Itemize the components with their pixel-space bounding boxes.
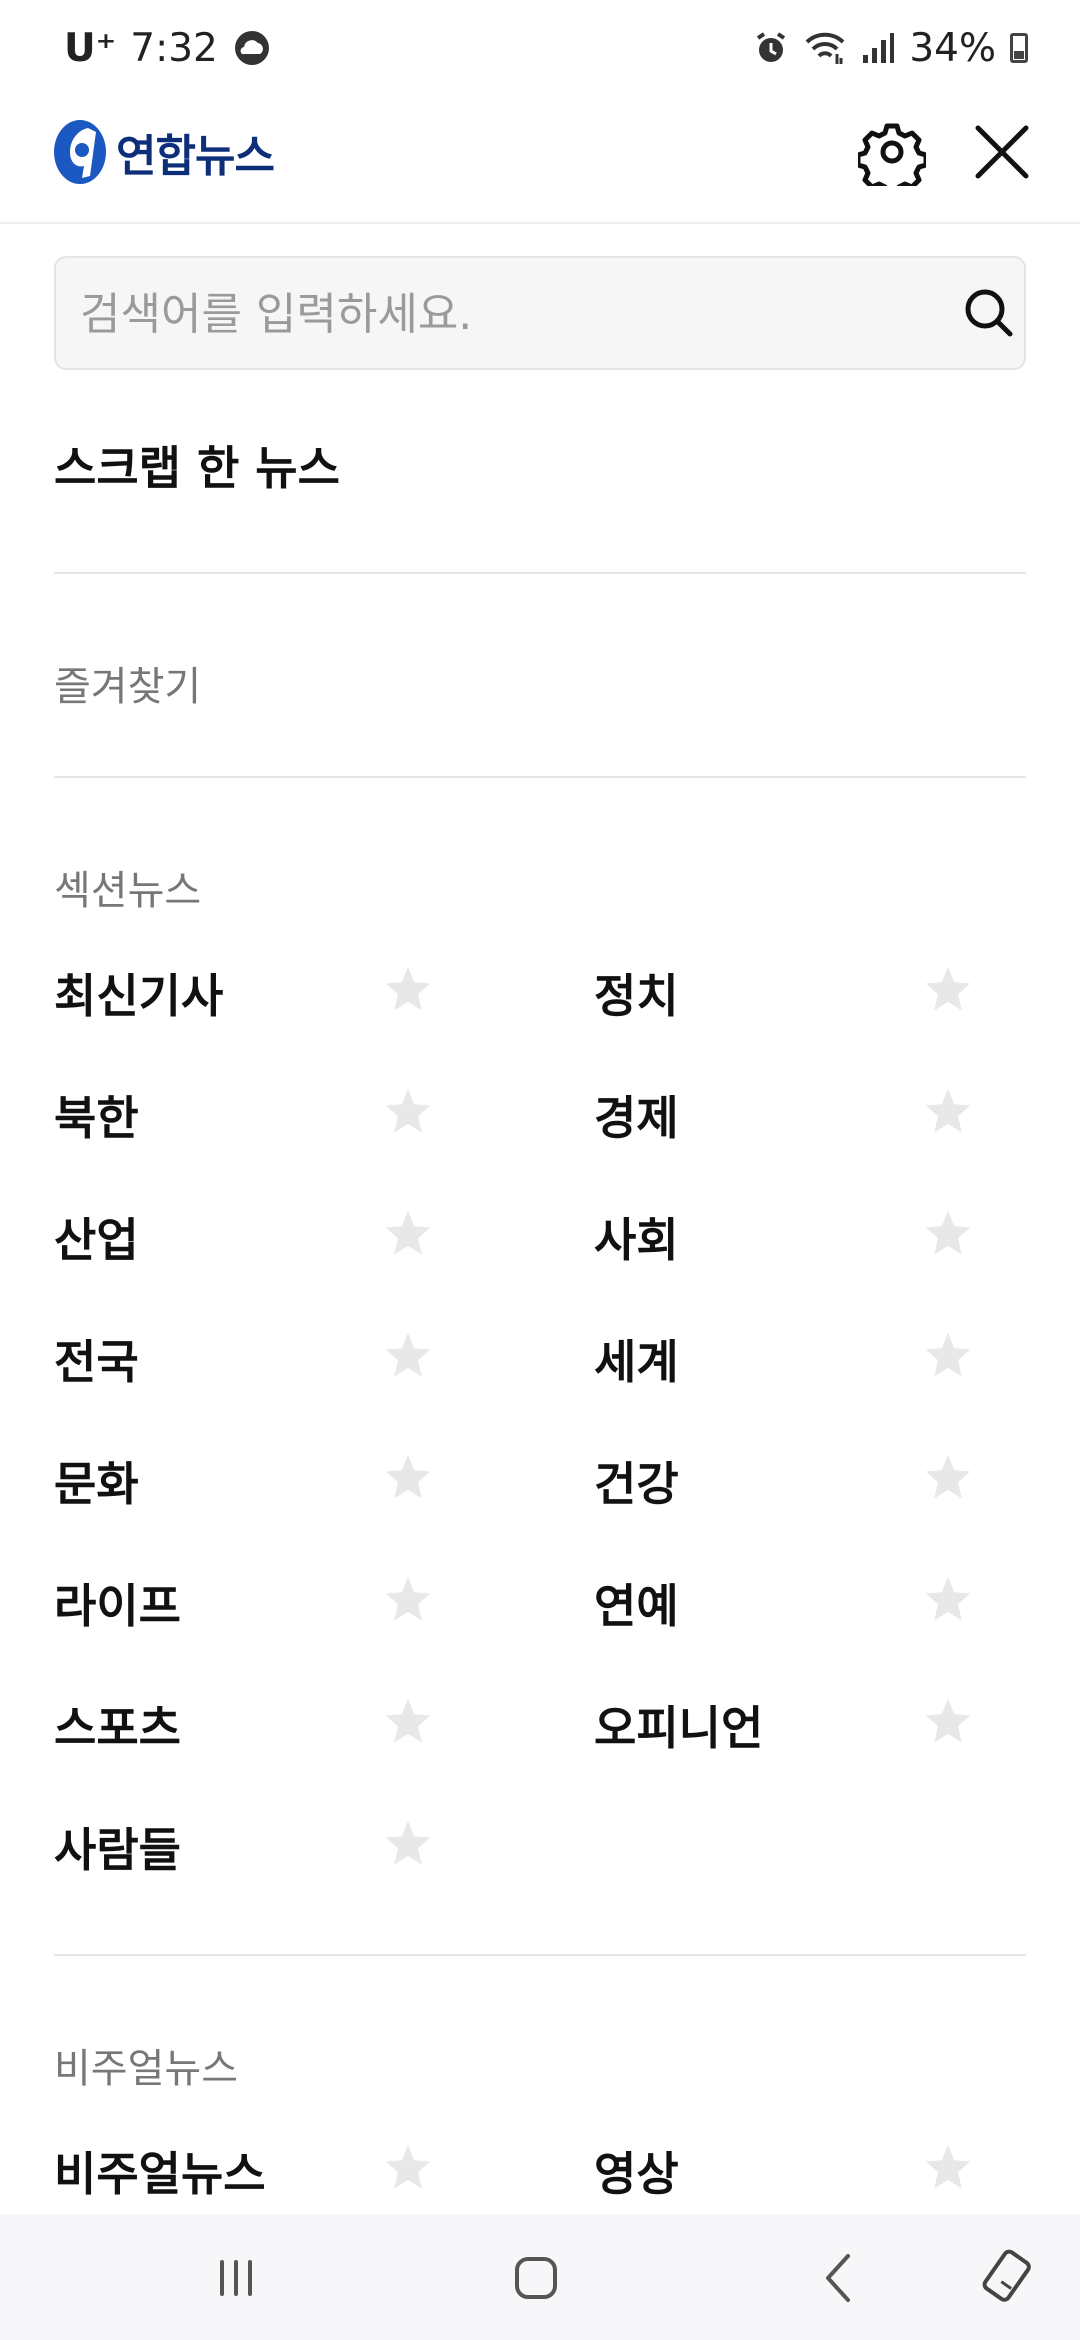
carrier-label: U⁺ <box>64 25 117 71</box>
app-logo[interactable]: 연합뉴스 <box>52 112 275 192</box>
section-item-label: 산업 <box>54 1213 139 1267</box>
section-item[interactable]: 라이프 <box>54 1562 494 1642</box>
rotate-screen-button[interactable] <box>970 2238 1050 2318</box>
divider <box>54 572 1026 574</box>
star-icon[interactable] <box>920 1206 976 1262</box>
search-box <box>54 256 1026 370</box>
section-item-label: 건강 <box>594 1457 679 1511</box>
star-icon[interactable] <box>380 2140 436 2196</box>
section-item[interactable]: 스포츠 <box>54 1684 494 1764</box>
app-name: 연합뉴스 <box>116 131 275 182</box>
section-item[interactable]: 최신기사 <box>54 952 494 1032</box>
star-icon[interactable] <box>380 1816 436 1872</box>
system-nav-bar <box>0 2214 1080 2340</box>
section-item-label: 정치 <box>594 969 679 1023</box>
section-item[interactable]: 북한 <box>54 1074 494 1154</box>
recent-apps-button[interactable] <box>196 2238 276 2318</box>
favorites-title: 즐겨찾기 <box>54 664 202 710</box>
section-item[interactable]: 오피니언 <box>594 1684 1034 1764</box>
visual-item-label: 비주얼뉴스 <box>54 2147 266 2201</box>
scrapped-news-link[interactable]: 스크랩 한 뉴스 <box>54 432 340 498</box>
app-header: 연합뉴스 <box>0 96 1080 224</box>
home-icon <box>515 2257 557 2299</box>
star-icon[interactable] <box>380 1084 436 1140</box>
star-icon[interactable] <box>380 962 436 1018</box>
section-item-label: 스포츠 <box>54 1701 181 1755</box>
home-button[interactable] <box>496 2238 576 2318</box>
rotate-icon <box>982 2249 1031 2302</box>
section-item[interactable]: 건강 <box>594 1440 1034 1520</box>
section-item-label: 세계 <box>594 1335 679 1389</box>
section-news-title: 섹션뉴스 <box>54 868 202 914</box>
section-item[interactable]: 정치 <box>594 952 1034 1032</box>
divider <box>54 776 1026 778</box>
star-icon[interactable] <box>380 1328 436 1384</box>
star-icon[interactable] <box>380 1206 436 1262</box>
search-button[interactable] <box>956 280 1022 346</box>
section-item-label: 연예 <box>594 1579 679 1633</box>
section-item-label: 북한 <box>54 1091 139 1145</box>
star-icon[interactable] <box>380 1450 436 1506</box>
star-icon[interactable] <box>920 1328 976 1384</box>
search-icon <box>965 289 1013 337</box>
section-item[interactable]: 산업 <box>54 1196 494 1276</box>
star-icon[interactable] <box>920 962 976 1018</box>
battery-percent: 34% <box>909 25 996 71</box>
alarm-icon <box>757 32 786 62</box>
visual-item[interactable]: 영상 <box>594 2130 1034 2210</box>
visual-item[interactable]: 비주얼뉴스 <box>54 2130 494 2210</box>
star-icon[interactable] <box>920 1694 976 1750</box>
section-item-label: 최신기사 <box>54 969 224 1023</box>
section-item-label: 사람들 <box>54 1823 181 1877</box>
star-icon[interactable] <box>920 1084 976 1140</box>
visual-news-title: 비주얼뉴스 <box>54 2046 238 2092</box>
yonhap-logo-icon <box>54 120 106 184</box>
section-item-label: 라이프 <box>54 1579 181 1633</box>
section-item[interactable]: 문화 <box>54 1440 494 1520</box>
section-item[interactable]: 사람들 <box>54 1806 494 1886</box>
star-icon[interactable] <box>920 1450 976 1506</box>
recent-apps-icon <box>220 2260 252 2296</box>
section-item-label: 경제 <box>594 1091 679 1145</box>
star-icon[interactable] <box>380 1572 436 1628</box>
section-item-label: 오피니언 <box>594 1701 764 1755</box>
star-icon[interactable] <box>380 1694 436 1750</box>
weather-notification-icon <box>234 31 269 65</box>
clock: 7:32 <box>130 25 218 71</box>
section-item[interactable]: 경제 <box>594 1074 1034 1154</box>
section-item[interactable]: 연예 <box>594 1562 1034 1642</box>
star-icon[interactable] <box>920 1572 976 1628</box>
section-item[interactable]: 세계 <box>594 1318 1034 1398</box>
section-item[interactable]: 전국 <box>54 1318 494 1398</box>
gear-icon <box>855 123 929 197</box>
divider <box>54 1954 1026 1956</box>
close-icon <box>975 125 1029 179</box>
search-input[interactable] <box>78 258 922 370</box>
back-button[interactable] <box>800 2238 880 2318</box>
wifi-icon <box>805 32 845 64</box>
close-button[interactable] <box>968 118 1036 186</box>
status-bar: U⁺ 7:32 34% <box>0 0 1080 96</box>
battery-icon <box>1010 33 1028 63</box>
status-left: U⁺ 7:32 <box>64 22 272 74</box>
section-item[interactable]: 사회 <box>594 1196 1034 1276</box>
section-item-label: 사회 <box>594 1213 679 1267</box>
section-item-label: 전국 <box>54 1335 139 1389</box>
back-icon <box>826 2254 850 2302</box>
settings-button[interactable] <box>855 118 929 197</box>
star-icon[interactable] <box>920 2140 976 2196</box>
status-right: 34% <box>753 22 1028 74</box>
visual-item-label: 영상 <box>594 2147 679 2201</box>
section-item-label: 문화 <box>54 1457 139 1511</box>
signal-icon <box>863 33 895 63</box>
